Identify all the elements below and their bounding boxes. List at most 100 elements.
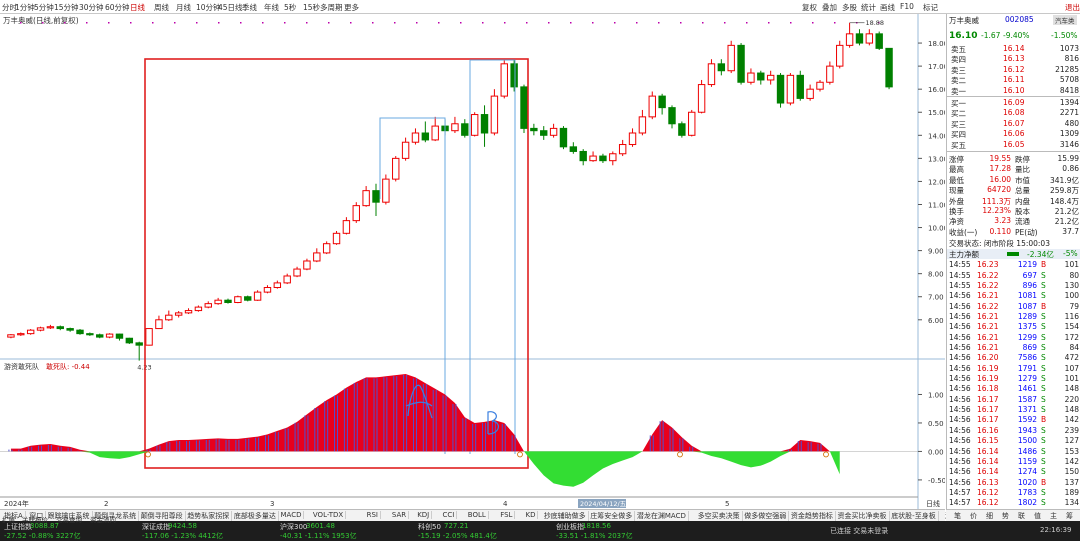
period-9[interactable]: 10分钟 [196, 2, 221, 13]
bid-label: 买四 [951, 130, 966, 140]
indicator-tab[interactable]: 潜龙在渊MACD [635, 511, 689, 521]
extra-tab[interactable]: 关联报价 [22, 514, 48, 524]
quote-tab[interactable]: 主 [1050, 511, 1057, 521]
indicator-tab[interactable]: 多空买卖决策 [696, 511, 743, 521]
indicator-tab[interactable]: 底部极多量达 [232, 511, 279, 521]
indicator-tab[interactable]: 资金买比净卖板 [836, 511, 890, 521]
period-15[interactable]: 多周期 [320, 2, 343, 13]
period-16[interactable]: 更多 [344, 2, 359, 13]
connection-status[interactable]: 已连接 交易未登录 [830, 526, 888, 536]
quote-tab[interactable]: 细 [986, 511, 993, 521]
indicator-tab[interactable]: RSI [365, 511, 381, 519]
period-8[interactable]: 月线 [176, 2, 191, 13]
indicator-tab[interactable]: CCI [441, 511, 458, 519]
tick-time: 14:55 [949, 260, 971, 270]
toolbar-right-2[interactable]: 多股 [842, 2, 857, 13]
tick-count: 80 [1069, 270, 1079, 280]
indicator-tab[interactable]: BOLL [466, 511, 489, 519]
candle-body [145, 328, 153, 346]
candle-body [776, 74, 785, 104]
quote-tab[interactable]: 值 [1034, 511, 1041, 521]
price-tick-label: 18.00 [928, 40, 945, 48]
period-13[interactable]: 5秒 [284, 2, 296, 13]
tick-row: 14:56 16.17 1592 B 142 [947, 415, 1080, 425]
indicator-tab[interactable]: 做多做空强弱 [742, 511, 790, 521]
quote-tab[interactable]: 笔 [954, 511, 961, 521]
ask-volume: 5708 [1059, 75, 1079, 85]
period-3[interactable]: 15分钟 [54, 2, 79, 13]
tick-count: 101 [1064, 374, 1079, 384]
quote-tab[interactable]: 筹 [1066, 511, 1073, 521]
toolbar-right-8[interactable]: 退出 [1065, 2, 1080, 13]
indicator-tab[interactable]: 庄筹安全做多 [588, 511, 636, 521]
tick-volume: 869 [1022, 343, 1037, 352]
period-7[interactable]: 周线 [154, 2, 169, 13]
quote-tab[interactable]: 价 [970, 511, 977, 521]
candle-body [707, 63, 716, 86]
tick-row: 14:56 16.13 1020 B 137 [947, 478, 1080, 488]
toolbar-right-1[interactable]: 叠加 [822, 2, 837, 13]
stat-label: 最高 [949, 165, 964, 175]
price-tick-label: 16.00 [928, 86, 945, 94]
period-14[interactable]: 15秒 [303, 2, 320, 13]
price-tick-label: 15.00 [928, 109, 945, 117]
period-10[interactable]: 45日线 [218, 2, 243, 13]
signal-dot [20, 22, 22, 24]
indicator-tab[interactable]: VOL-TDX [311, 511, 347, 519]
quote-sector[interactable]: 汽车类 [1053, 15, 1077, 25]
indicator-tab[interactable]: FSL [498, 511, 516, 519]
indicator-tab[interactable]: 抄底辅助做多 [542, 511, 589, 521]
extra-tab[interactable]: 扩展 [2, 514, 15, 524]
period-5[interactable]: 60分钟 [105, 2, 130, 13]
quote-tab[interactable]: 势 [1002, 511, 1009, 521]
period-11[interactable]: 季线 [242, 2, 257, 13]
tick-count: 154 [1064, 322, 1079, 332]
price-pct: -9.40% [1003, 31, 1030, 40]
indicator-tab[interactable]: SAR [390, 511, 410, 519]
toolbar-right-6[interactable]: 标记 [923, 2, 938, 13]
period-2[interactable]: 5分钟 [34, 2, 54, 13]
cursor-date: 2024/04/12/五 [580, 500, 627, 508]
toolbar-right-5[interactable]: F10 [900, 2, 914, 11]
period-12[interactable]: 年线 [264, 2, 279, 13]
tick-count: 116 [1064, 311, 1079, 321]
signal-marker [145, 451, 151, 458]
indicator-tab[interactable]: MACD [279, 511, 305, 519]
ask-row: 卖三 16.12 21285 [947, 65, 1080, 75]
tick-row: 14:56 16.17 1371 S 148 [947, 405, 1080, 415]
toolbar-right-3[interactable]: 统计 [861, 2, 876, 13]
kline-chart[interactable]: 18.00 17.00 16.00 15.00 14.00 13.00 12.00 11.00… [0, 14, 945, 509]
tick-count: 84 [1069, 343, 1079, 352]
candle-body [204, 303, 212, 308]
tick-price: 16.12 [977, 498, 999, 508]
toolbar-right-4[interactable]: 画线 [880, 2, 895, 13]
index-value: 1818.56 [582, 522, 611, 530]
tick-price: 16.19 [977, 363, 999, 373]
tick-price: 16.22 [977, 270, 999, 280]
tick-count: 150 [1064, 467, 1079, 477]
tick-price: 16.14 [977, 456, 999, 466]
candle-body [322, 243, 331, 254]
indicator-tab[interactable]: KDJ [415, 511, 433, 519]
candle-body [865, 33, 874, 44]
period-1[interactable]: 1分钟 [15, 2, 35, 13]
tick-price: 16.17 [977, 394, 999, 404]
ask-volume: 21285 [1055, 64, 1079, 74]
tick-count: 101 [1064, 260, 1079, 270]
tick-side: S [1041, 498, 1046, 508]
stat-label: 总量 [1015, 186, 1030, 196]
toolbar-right-0[interactable]: 复权 [802, 2, 817, 13]
indicator-tab[interactable]: 底状股-至身板 [889, 511, 939, 521]
extra-tab[interactable]: 资金流向 [90, 514, 116, 524]
indicator-tab[interactable]: KD [524, 511, 539, 519]
period-6[interactable]: 日线 [130, 2, 145, 13]
signal-dot [262, 22, 264, 24]
candle-body [549, 127, 558, 136]
extra-tab[interactable]: 交易查询 [56, 514, 82, 524]
quote-tab[interactable]: 联 [1018, 511, 1025, 521]
tick-volume: 896 [1022, 280, 1037, 290]
indicator-tab[interactable]: 资金趋势指标 [789, 511, 836, 521]
candle-body [224, 299, 232, 304]
candle-body [86, 333, 94, 336]
period-4[interactable]: 30分钟 [79, 2, 104, 13]
